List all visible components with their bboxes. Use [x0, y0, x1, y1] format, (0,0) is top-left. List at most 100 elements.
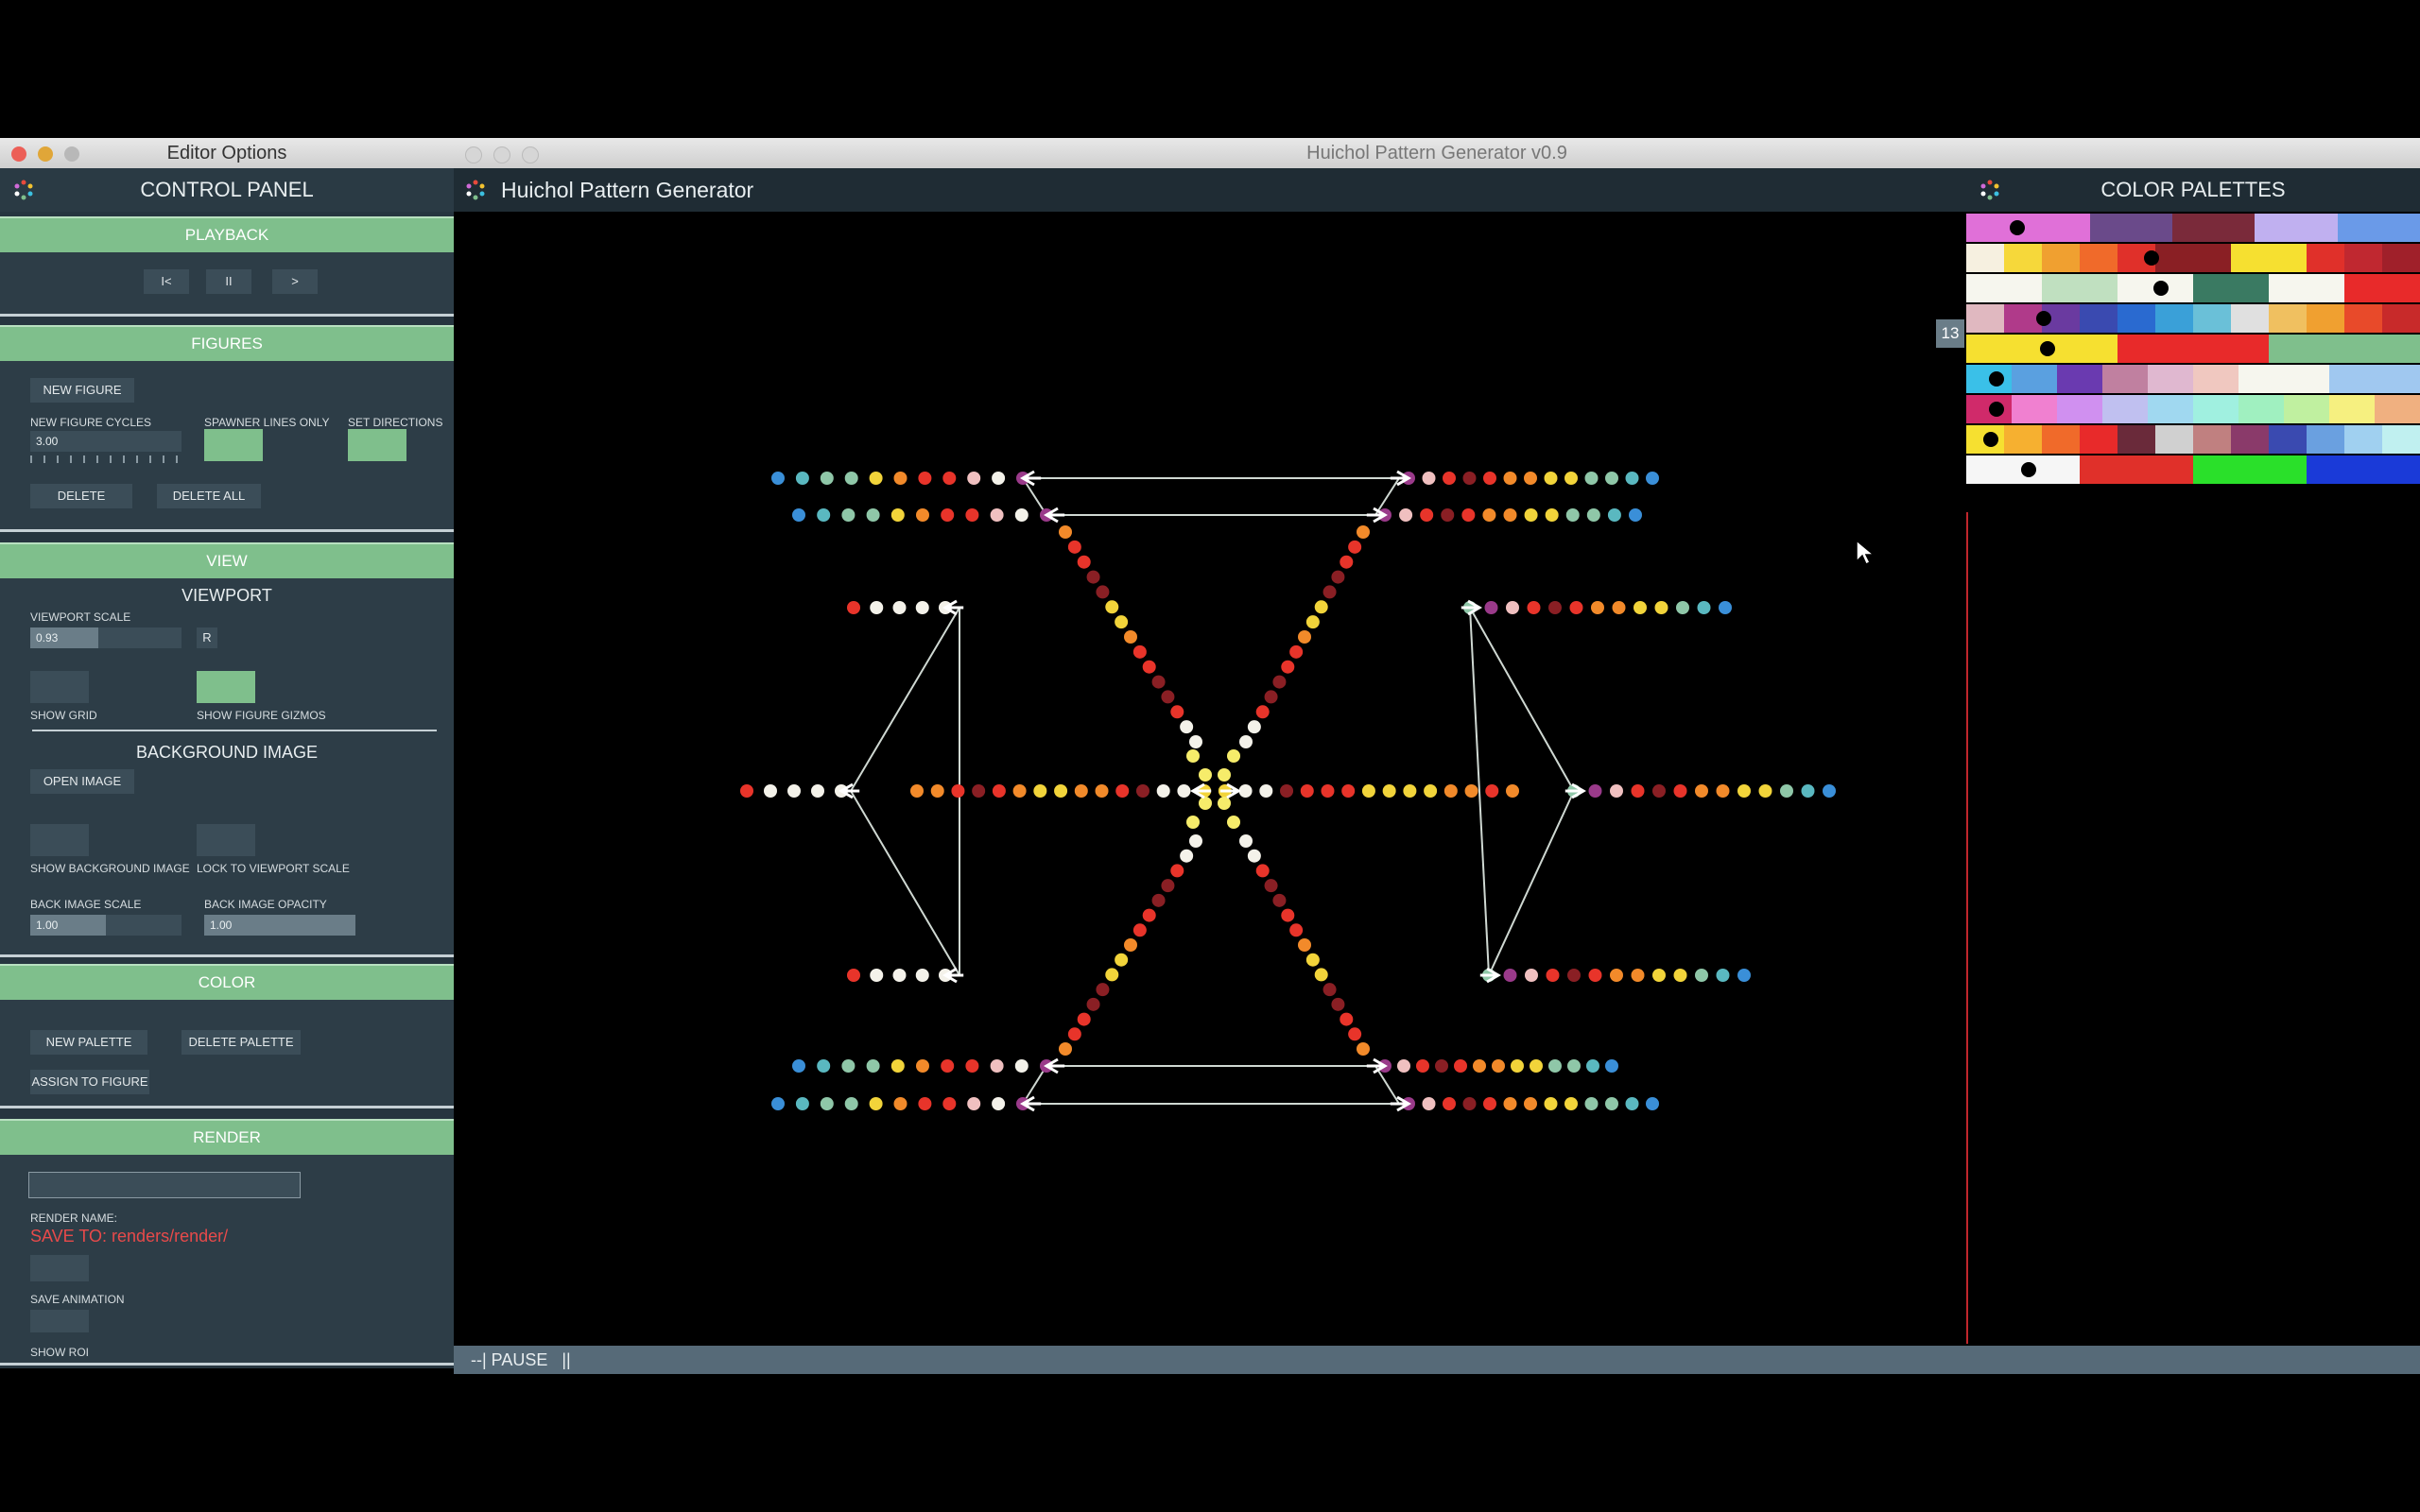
- palette-swatch[interactable]: [2042, 425, 2080, 454]
- palette-swatch[interactable]: [2329, 395, 2375, 423]
- palette-swatch[interactable]: [2382, 244, 2420, 272]
- palette-swatch[interactable]: [2048, 214, 2090, 242]
- palette-swatch[interactable]: [2089, 214, 2132, 242]
- palette-swatch[interactable]: [2269, 304, 2307, 333]
- palette-swatch[interactable]: [2102, 365, 2148, 393]
- palette-swatch[interactable]: [2213, 214, 2256, 242]
- palette-swatch[interactable]: [2375, 395, 2420, 423]
- palette-swatch[interactable]: [2238, 365, 2284, 393]
- show-background-toggle[interactable]: [30, 824, 89, 856]
- palette-swatch[interactable]: [2057, 395, 2102, 423]
- palette-swatch[interactable]: [2269, 274, 2307, 302]
- palette-swatch[interactable]: [1966, 274, 2004, 302]
- palette-swatch[interactable]: [2193, 395, 2238, 423]
- palette-swatch[interactable]: [2296, 214, 2338, 242]
- palette-swatch[interactable]: [2155, 244, 2193, 272]
- show-gizmos-toggle[interactable]: [197, 671, 255, 703]
- palette-row[interactable]: [1966, 304, 2420, 333]
- palette-swatch[interactable]: [2378, 214, 2420, 242]
- delete-figure-button[interactable]: DELETE: [30, 484, 132, 508]
- palette-swatch[interactable]: [2004, 335, 2042, 363]
- open-image-button[interactable]: OPEN IMAGE: [30, 769, 134, 794]
- palette-swatch[interactable]: [2042, 274, 2080, 302]
- palette-swatch[interactable]: [2382, 304, 2420, 333]
- new-palette-button[interactable]: NEW PALETTE: [30, 1030, 147, 1055]
- pattern-canvas[interactable]: [454, 212, 1966, 1349]
- palette-row[interactable]: [1966, 365, 2420, 393]
- palette-swatch[interactable]: [2080, 304, 2118, 333]
- palette-swatch[interactable]: [2269, 335, 2307, 363]
- set-directions-toggle[interactable]: [348, 429, 406, 461]
- spawner-lines-toggle[interactable]: [204, 429, 263, 461]
- palette-swatch[interactable]: [2042, 455, 2080, 484]
- palette-swatch[interactable]: [1966, 244, 2004, 272]
- palette-swatch[interactable]: [2255, 214, 2297, 242]
- palette-swatch[interactable]: [2231, 274, 2269, 302]
- palette-swatch[interactable]: [2307, 244, 2344, 272]
- pause-button[interactable]: II: [206, 269, 251, 294]
- palette-swatch[interactable]: [2382, 335, 2420, 363]
- palette-swatch[interactable]: [2284, 395, 2329, 423]
- next-frame-button[interactable]: >: [272, 269, 318, 294]
- palette-swatch[interactable]: [2382, 425, 2420, 454]
- palette-swatch[interactable]: [2148, 395, 2193, 423]
- palette-swatch[interactable]: [2337, 214, 2379, 242]
- delete-palette-button[interactable]: DELETE PALETTE: [182, 1030, 301, 1055]
- palette-swatch[interactable]: [2307, 274, 2344, 302]
- palette-swatch[interactable]: [2329, 365, 2375, 393]
- palette-swatch[interactable]: [2307, 304, 2344, 333]
- palette-swatch[interactable]: [2344, 274, 2382, 302]
- palette-swatch[interactable]: [2269, 244, 2307, 272]
- palette-swatch[interactable]: [2344, 335, 2382, 363]
- palette-swatch[interactable]: [2193, 455, 2231, 484]
- palette-swatch[interactable]: [2382, 455, 2420, 484]
- palette-swatch[interactable]: [2231, 335, 2269, 363]
- palette-swatch[interactable]: [2102, 395, 2148, 423]
- palette-swatch[interactable]: [2193, 304, 2231, 333]
- palette-swatch[interactable]: [2307, 335, 2344, 363]
- editor-window-titlebar[interactable]: Editor Options: [0, 138, 454, 169]
- palette-swatch[interactable]: [2042, 244, 2080, 272]
- palette-swatch[interactable]: [2155, 304, 2193, 333]
- new-figure-button[interactable]: NEW FIGURE: [30, 378, 134, 403]
- palette-row[interactable]: [1966, 214, 2420, 242]
- back-image-scale-slider[interactable]: 1.00: [30, 915, 182, 936]
- palette-row[interactable]: [1966, 244, 2420, 272]
- palette-swatch[interactable]: [2004, 244, 2042, 272]
- palette-swatch[interactable]: [2012, 365, 2057, 393]
- palette-swatch[interactable]: [2118, 425, 2155, 454]
- palette-swatch[interactable]: [1966, 455, 2004, 484]
- palette-row[interactable]: [1966, 335, 2420, 363]
- palette-swatch[interactable]: [2155, 335, 2193, 363]
- palette-swatch[interactable]: [2307, 455, 2344, 484]
- show-grid-toggle[interactable]: [30, 671, 89, 703]
- palette-swatch[interactable]: [2344, 425, 2382, 454]
- palette-swatch[interactable]: [2344, 304, 2382, 333]
- palette-swatch[interactable]: [2193, 425, 2231, 454]
- render-name-input[interactable]: [28, 1172, 301, 1198]
- palette-swatch[interactable]: [2307, 425, 2344, 454]
- palette-swatch[interactable]: [2080, 455, 2118, 484]
- palette-swatch[interactable]: [2382, 274, 2420, 302]
- palette-swatch[interactable]: [2269, 455, 2307, 484]
- delete-all-button[interactable]: DELETE ALL: [157, 484, 261, 508]
- palette-swatch[interactable]: [2131, 214, 2173, 242]
- palette-swatch[interactable]: [2193, 274, 2231, 302]
- palette-swatch[interactable]: [2155, 425, 2193, 454]
- palette-swatch[interactable]: [2080, 335, 2118, 363]
- cycles-slider[interactable]: 3.00: [30, 431, 182, 452]
- palette-swatch[interactable]: [1966, 304, 2004, 333]
- palette-swatch[interactable]: [2080, 244, 2118, 272]
- palette-swatch[interactable]: [2080, 274, 2118, 302]
- palette-row[interactable]: [1966, 455, 2420, 484]
- app-window-titlebar[interactable]: Huichol Pattern Generator v0.9: [454, 138, 2420, 169]
- palette-swatch[interactable]: [2344, 455, 2382, 484]
- reset-scale-button[interactable]: R: [197, 627, 217, 648]
- palette-swatch[interactable]: [2118, 455, 2155, 484]
- palette-row[interactable]: [1966, 274, 2420, 302]
- palette-swatch[interactable]: [2004, 274, 2042, 302]
- palette-swatch[interactable]: [2118, 274, 2155, 302]
- show-roi-toggle[interactable]: [30, 1310, 89, 1332]
- palette-swatch[interactable]: [2231, 304, 2269, 333]
- palette-swatch[interactable]: [2172, 214, 2214, 242]
